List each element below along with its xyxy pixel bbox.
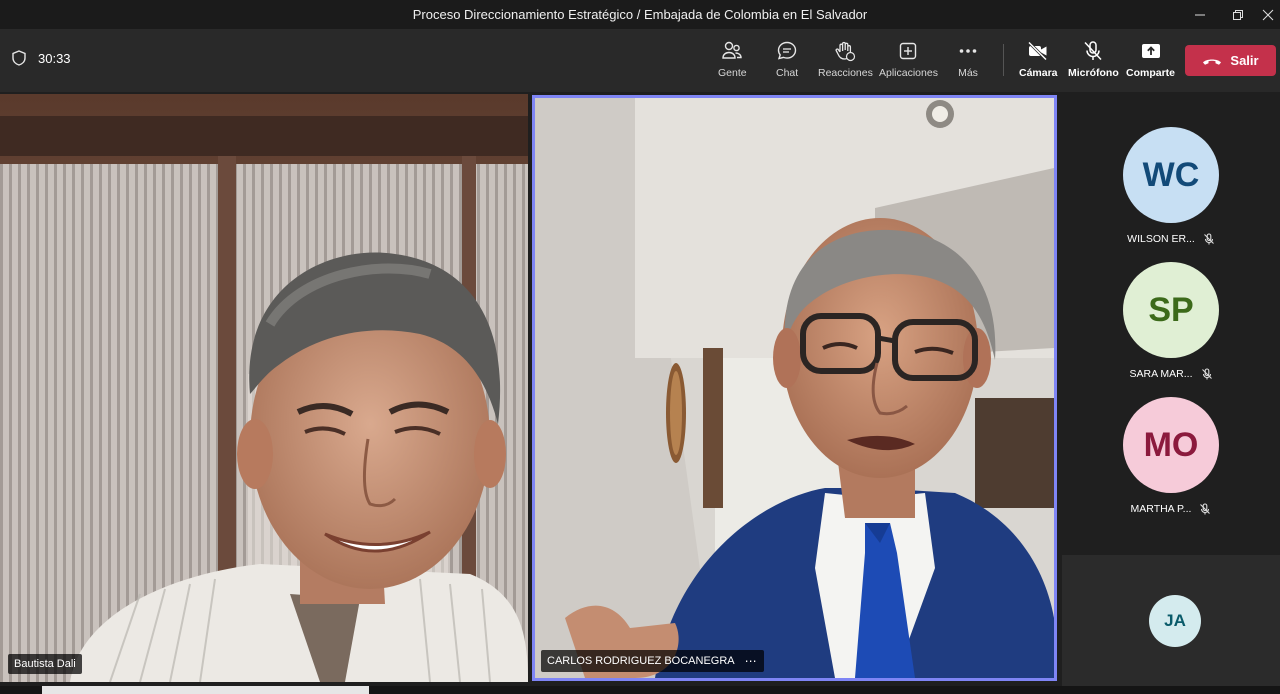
mic-off-icon [1084, 41, 1102, 61]
more-options-icon[interactable]: ⋯ [745, 654, 758, 668]
microphone-label: Micrófono [1068, 67, 1119, 79]
bottom-strip [0, 686, 1280, 694]
meeting-toolbar: 30:33 Gente Chat Reacciones Aplicaciones… [0, 30, 1280, 92]
more-button[interactable]: Más [957, 40, 979, 79]
more-icon [959, 49, 977, 53]
participant-video-left [0, 94, 528, 682]
mic-muted-icon [1203, 233, 1214, 245]
camera-label: Cámara [1019, 67, 1058, 79]
apps-icon [900, 42, 917, 60]
apps-label: Aplicaciones [879, 67, 938, 79]
leave-label: Salir [1230, 53, 1259, 68]
avatar: MO [1123, 397, 1219, 493]
participant-name: SARA MAR... [1129, 368, 1193, 380]
title-bar: Proceso Direccionamiento Estratégico / E… [0, 0, 1280, 30]
participant-card[interactable]: SP SARA MAR... [1062, 262, 1280, 380]
participant-name: MARTHA P... [1130, 503, 1192, 515]
hang-up-icon [1203, 59, 1222, 65]
microphone-button[interactable]: Micrófono [1068, 40, 1119, 79]
camera-button[interactable]: Cámara [1019, 40, 1058, 79]
maximize-button[interactable] [1218, 0, 1258, 30]
participant-name-right: CARLOS RODRIGUEZ BOCANEGRA [547, 655, 735, 667]
minimize-button[interactable] [1180, 0, 1220, 30]
participant-name-row: MARTHA P... [1062, 503, 1280, 515]
participant-card[interactable]: MO MARTHA P... [1062, 397, 1280, 515]
participant-name-tag: Bautista Dali [8, 654, 82, 674]
participant-name-row: WILSON ER... [1062, 233, 1280, 245]
video-tile-active-speaker[interactable]: CARLOS RODRIGUEZ BOCANEGRA ⋯ [532, 95, 1057, 681]
camera-off-icon [1028, 41, 1048, 61]
share-icon [1141, 44, 1160, 58]
reactions-label: Reacciones [818, 67, 873, 79]
participant-card[interactable]: WC WILSON ER... [1062, 127, 1280, 245]
restore-icon [1233, 10, 1243, 20]
reactions-button[interactable]: Reacciones [818, 40, 873, 79]
share-label: Comparte [1126, 67, 1176, 79]
people-label: Gente [718, 67, 747, 79]
bottom-bar [42, 686, 369, 694]
chat-label: Chat [776, 67, 799, 79]
people-button[interactable]: Gente [718, 40, 747, 79]
active-speaker-name-tag: CARLOS RODRIGUEZ BOCANEGRA ⋯ [541, 650, 764, 672]
leave-button[interactable]: Salir [1185, 45, 1276, 76]
close-button[interactable] [1256, 0, 1280, 30]
video-tile-left[interactable]: Bautista Dali [0, 94, 528, 682]
more-label: Más [958, 67, 978, 79]
share-button[interactable]: Comparte [1126, 40, 1175, 79]
participant-name: WILSON ER... [1127, 233, 1195, 245]
participant-rail: WC WILSON ER... SP SARA MAR... MO MARTHA… [1062, 92, 1280, 686]
meeting-timer: 30:33 [12, 50, 71, 66]
timer-text: 30:33 [38, 50, 71, 66]
people-icon [722, 41, 742, 59]
mic-muted-icon [1201, 368, 1212, 380]
overflow-participants[interactable]: JA [1062, 555, 1280, 686]
chat-icon [777, 41, 797, 60]
participant-video-right [535, 98, 1054, 678]
chat-button[interactable]: Chat [776, 40, 798, 79]
avatar: WC [1123, 127, 1219, 223]
participant-name-left: Bautista Dali [14, 658, 76, 670]
minimize-icon [1195, 14, 1205, 16]
shield-icon [12, 50, 26, 66]
window-title: Proceso Direccionamiento Estratégico / E… [412, 7, 868, 22]
apps-button[interactable]: Aplicaciones [879, 40, 938, 79]
avatar: JA [1149, 595, 1201, 647]
participant-name-row: SARA MAR... [1062, 368, 1280, 380]
video-stage: Bautista Dali CARLOS RODRIGUEZ BOCANEGRA… [0, 92, 1062, 686]
reactions-icon [835, 41, 856, 62]
toolbar-divider [1003, 44, 1004, 76]
mic-muted-icon [1200, 503, 1211, 515]
avatar: SP [1123, 262, 1219, 358]
close-icon [1262, 9, 1274, 21]
